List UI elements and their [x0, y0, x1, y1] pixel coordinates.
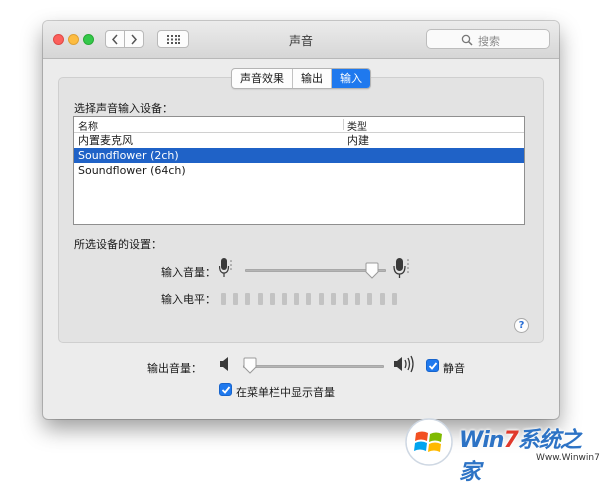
device-row-soundflower-2ch[interactable]: Soundflower (2ch) [74, 148, 524, 163]
level-bar [343, 293, 348, 305]
tab-input[interactable]: 输入 [332, 69, 370, 88]
help-button[interactable]: ? [514, 318, 529, 333]
device-type: 内建 [347, 134, 369, 147]
windows-logo-icon [405, 418, 453, 466]
level-bar [269, 293, 275, 305]
tab-bar: 声音效果 输出 输入 [231, 68, 371, 89]
column-separator [343, 119, 344, 130]
show-volume-in-menubar-checkbox[interactable] [219, 383, 232, 396]
level-bar [221, 293, 226, 305]
device-name: 内置麦克风 [78, 134, 133, 147]
watermark-brand-digit: 7 [503, 428, 518, 453]
title-bar: 声音 搜索 [43, 21, 559, 59]
checkmark-icon [428, 362, 438, 370]
speaker-high-icon [394, 355, 414, 373]
device-name: Soundflower (2ch) [78, 149, 179, 162]
column-header-type[interactable]: 类型 [347, 118, 367, 133]
watermark: Win7系统之家 Www.Winwin7.com [398, 412, 600, 485]
device-row-builtin-mic[interactable]: 内置麦克风 内建 [74, 133, 524, 148]
device-row-soundflower-64ch[interactable]: Soundflower (64ch) [74, 163, 524, 178]
search-icon [461, 34, 473, 46]
watermark-brand-prefix: Win [459, 428, 504, 453]
input-device-list[interactable]: 名称 类型 内置麦克风 内建 Soundflower (2ch) Soundfl… [73, 116, 525, 225]
input-volume-label: 输入音量： [161, 266, 216, 279]
output-volume-label: 输出音量： [147, 362, 202, 375]
checkmark-icon [221, 386, 231, 394]
selected-device-settings-label: 所选设备的设置： [74, 238, 162, 251]
select-input-device-label: 选择声音输入设备： [74, 102, 173, 115]
sound-preferences-window: 声音 搜索 声音效果 输出 输入 选择声音输入设备： 名称 类型 内置麦克风 内… [43, 21, 559, 419]
level-bar [306, 293, 312, 305]
level-bar [294, 293, 300, 305]
level-bar [379, 293, 385, 305]
search-placeholder: 搜索 [478, 35, 500, 48]
level-bar [245, 293, 251, 305]
tab-sound-effects[interactable]: 声音效果 [232, 69, 293, 88]
input-level-label: 输入电平： [161, 293, 216, 306]
input-volume-slider-thumb[interactable] [365, 262, 379, 279]
speaker-low-icon [220, 357, 228, 371]
watermark-site: Www.Winwin7.com [536, 453, 600, 463]
level-bar [355, 293, 361, 305]
search-field[interactable]: 搜索 [426, 29, 550, 49]
mute-checkbox[interactable] [426, 359, 439, 372]
level-bar [233, 293, 239, 305]
level-bar [257, 293, 263, 305]
level-bar [330, 293, 336, 305]
microphone-low-icon [219, 258, 232, 277]
column-header-name[interactable]: 名称 [78, 118, 98, 133]
microphone-high-icon [393, 258, 409, 278]
tab-output[interactable]: 输出 [293, 69, 332, 88]
mute-label: 静音 [443, 362, 465, 375]
level-bar [318, 293, 324, 305]
level-bar [391, 293, 397, 305]
output-volume-slider[interactable] [243, 365, 384, 368]
device-name: Soundflower (64ch) [78, 164, 186, 177]
level-bar [282, 293, 287, 305]
level-bar [367, 293, 373, 305]
device-list-header: 名称 类型 [74, 117, 524, 133]
show-volume-in-menubar-label: 在菜单栏中显示音量 [236, 386, 335, 399]
output-volume-slider-thumb[interactable] [243, 357, 257, 374]
